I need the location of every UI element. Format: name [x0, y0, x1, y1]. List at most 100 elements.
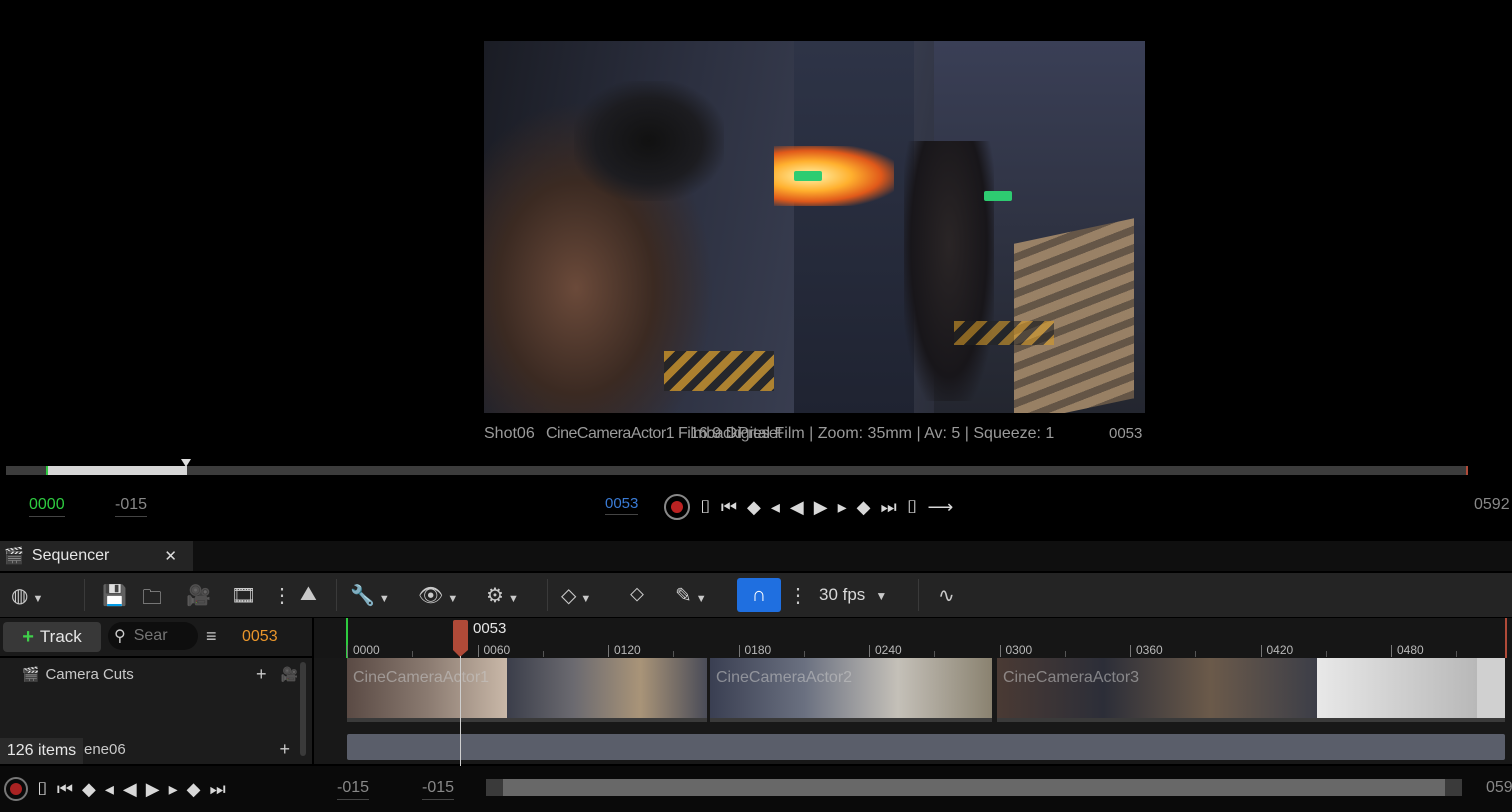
current-time[interactable]: 0053	[605, 495, 639, 515]
snap-magnet-button[interactable]: ∩	[737, 578, 781, 612]
track-search-box[interactable]: ⚲	[108, 622, 198, 650]
ruler-major-tick	[347, 645, 348, 657]
start-time[interactable]: 0000	[29, 496, 65, 517]
add-track-label: Track	[39, 627, 82, 646]
play-reverse-icon[interactable]: ◀	[123, 779, 137, 799]
jump-to-start-icon[interactable]: ⌷	[700, 497, 711, 517]
record-button[interactable]	[4, 777, 28, 801]
toolbar-divider	[84, 579, 85, 611]
ruler-major-tick	[999, 645, 1001, 657]
shot-section[interactable]: CineCameraActor1	[347, 658, 707, 722]
next-key-icon[interactable]: ◆	[187, 779, 201, 799]
ruler-minor-tick	[412, 651, 414, 657]
snap-options-icon[interactable]: ⋮	[788, 583, 808, 608]
jump-to-start-icon[interactable]: ⌷	[37, 779, 48, 799]
timeline-range-thumb[interactable]	[503, 779, 1445, 796]
loop-icon[interactable]: ⟶	[928, 497, 954, 517]
search-input[interactable]	[131, 626, 184, 646]
playback-options-icon[interactable]: ⛰	[300, 583, 317, 606]
add-camera-cut-icon[interactable]: +	[256, 664, 267, 685]
prev-key-icon[interactable]: ◆	[747, 497, 761, 517]
auto-key-gear-icon[interactable]: ⚙ ▼	[486, 583, 519, 608]
track-row-camera-cuts[interactable]: 🎬 Camera Cuts + 🎥	[0, 660, 300, 688]
in-offset-time[interactable]: -015	[115, 496, 148, 517]
viewport-playhead-marker[interactable]	[181, 459, 191, 467]
tab-title: Sequencer	[31, 547, 110, 564]
save-icon[interactable]: 💾	[102, 583, 127, 608]
shot-section[interactable]: CineCameraActor3	[997, 658, 1505, 722]
ruler-tick-label: 0000	[353, 643, 380, 657]
render-movie-icon[interactable]: 🎞	[231, 583, 256, 608]
step-forward-frame-icon[interactable]: ▸	[838, 497, 847, 517]
current-frame-field[interactable]: 0053	[242, 628, 278, 646]
create-camera-icon[interactable]: 🎥	[186, 583, 211, 608]
view-options-eye-icon[interactable]: 👁 ▼	[418, 583, 458, 608]
view-end-time[interactable]: -015	[422, 779, 455, 800]
ruler-minor-tick	[673, 651, 675, 657]
viewport-scrub-bar[interactable]	[6, 466, 1468, 475]
toolbar-divider	[336, 579, 337, 611]
shot-name: Shot06	[484, 425, 535, 442]
camera-frame-image	[484, 41, 1145, 413]
ruler-minor-tick	[934, 651, 936, 657]
play-icon[interactable]: ▶	[146, 779, 160, 799]
curve-editor-icon[interactable]: ∿	[938, 583, 955, 608]
magnet-icon: ∩	[751, 583, 767, 606]
ruler-tick-label: 0120	[614, 643, 641, 657]
ruler-minor-tick	[542, 651, 544, 657]
sequencer-transport: ⌷ ⏮ ◆ ◂ ◀ ▶ ▸ ◆ ⏭	[4, 777, 226, 801]
camera-cuts-icon: 🎬	[22, 665, 40, 682]
close-tab-icon[interactable]: ✕	[164, 547, 177, 565]
step-back-key-icon[interactable]: ⏮	[721, 497, 737, 517]
add-track-button[interactable]: + Track	[3, 622, 101, 652]
search-icon: ⚲	[114, 628, 126, 645]
step-forward-key-icon[interactable]: ⏭	[209, 779, 225, 799]
ruler-minor-tick	[1064, 651, 1066, 657]
ruler-major-tick	[1391, 645, 1392, 657]
ruler-minor-tick	[1456, 651, 1458, 657]
shot-section[interactable]: CineCameraActor2	[710, 658, 992, 722]
view-start-time[interactable]: -015	[337, 779, 370, 800]
track-label: ene06	[84, 740, 126, 758]
step-back-key-icon[interactable]: ⏮	[57, 779, 73, 799]
prev-key-icon[interactable]: ◆	[82, 779, 96, 799]
pen-edit-icon[interactable]: ✎ ▼	[675, 583, 707, 608]
toolbar-divider	[547, 579, 548, 611]
sequencer-tab-bar	[0, 541, 1512, 571]
playhead-handle[interactable]	[453, 620, 468, 650]
jump-to-end-icon[interactable]: ⌷	[907, 497, 918, 517]
subsequence-section[interactable]	[347, 734, 1505, 760]
next-key-icon[interactable]: ◆	[857, 497, 871, 517]
filter-icon[interactable]: ≡	[206, 626, 217, 647]
record-button[interactable]	[664, 494, 690, 520]
ruler-major-tick	[869, 645, 870, 657]
world-settings-icon[interactable]: ◍ ▼	[11, 583, 43, 608]
track-label: Camera Cuts	[45, 665, 134, 683]
shot-label: CineCameraActor3	[1003, 669, 1140, 686]
key-interpolation-icon[interactable]: ◇ ▼	[561, 583, 591, 608]
tree-scrollbar[interactable]	[300, 662, 306, 756]
play-icon[interactable]: ▶	[814, 497, 828, 517]
camera-bind-icon[interactable]: 🎥	[281, 666, 298, 683]
ruler-tick-label: 0180	[744, 643, 772, 657]
ruler-tick-label: 0360	[1136, 643, 1163, 657]
add-subtrack-icon[interactable]: +	[279, 739, 290, 760]
more-options-icon[interactable]: ⋮	[272, 583, 292, 608]
bottom-right-time[interactable]: 059	[1486, 779, 1512, 797]
fps-selector[interactable]: 30 fps ▼	[819, 585, 887, 605]
toolbar-divider	[918, 579, 919, 611]
step-forward-frame-icon[interactable]: ▸	[169, 779, 178, 799]
clapperboard-icon: 🎬	[4, 548, 24, 565]
end-time[interactable]: 0592	[1474, 496, 1510, 514]
step-back-frame-icon[interactable]: ◂	[105, 779, 114, 799]
ruler-tick-label: 0060	[483, 643, 511, 657]
tab-sequencer[interactable]: 🎬 Sequencer ✕	[0, 541, 193, 571]
step-back-frame-icon[interactable]: ◂	[771, 497, 780, 517]
find-asset-icon[interactable]: 🗀	[142, 583, 162, 617]
play-reverse-icon[interactable]: ◀	[790, 497, 804, 517]
fps-label: 30 fps	[819, 585, 866, 604]
step-forward-key-icon[interactable]: ⏭	[880, 497, 896, 517]
start-marker	[46, 466, 48, 475]
tools-wrench-icon[interactable]: 🔧 ▼	[350, 583, 390, 608]
key-edit-icon[interactable]: ⬦	[630, 583, 644, 606]
